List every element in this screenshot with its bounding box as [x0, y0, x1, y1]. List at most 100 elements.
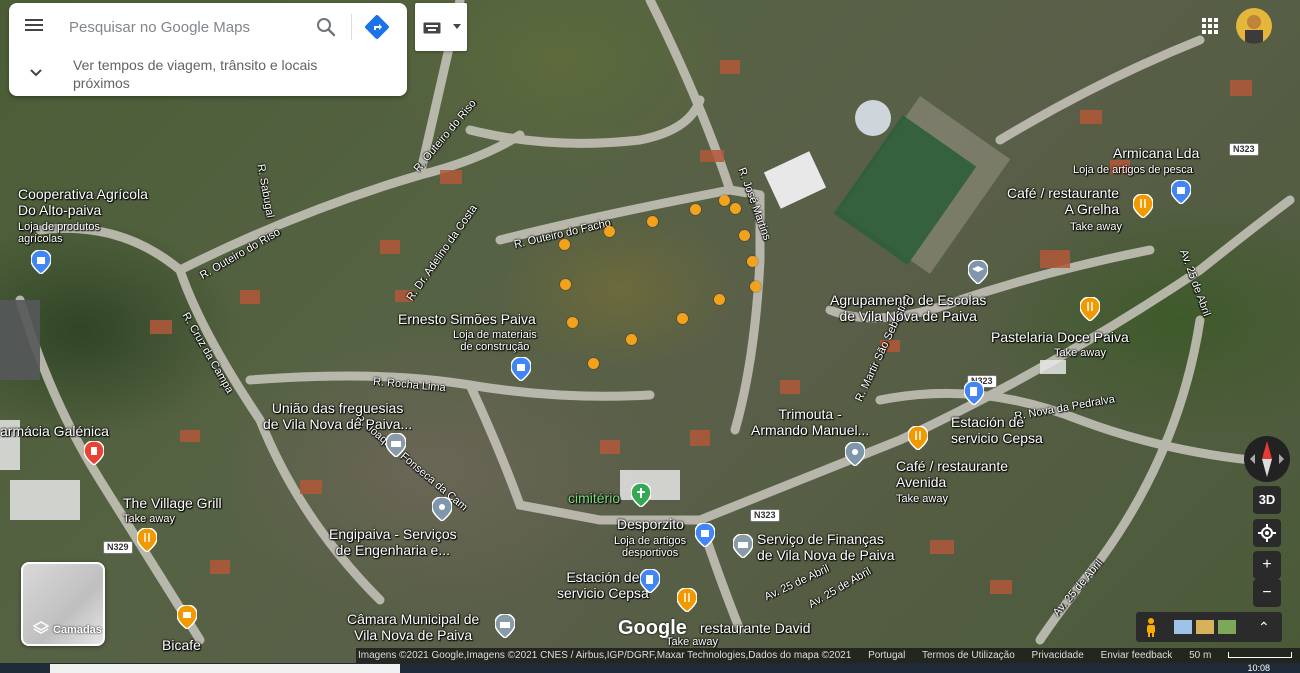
area-marker: [690, 204, 701, 215]
road-shield: N323: [750, 509, 780, 522]
road-shield: N323: [1229, 143, 1259, 156]
place-label[interactable]: Desporzito: [617, 516, 684, 532]
place-label[interactable]: União das freguesias de Vila Nova de Pai…: [263, 400, 412, 432]
place-sublabel: Take away: [896, 493, 948, 505]
chevron-down-icon[interactable]: [29, 68, 43, 78]
place-label[interactable]: Pastelaria Doce Paiva: [991, 329, 1129, 345]
zoom-out-button[interactable]: −: [1253, 579, 1281, 607]
imagery-thumbnail[interactable]: [1174, 620, 1192, 634]
restaurant-pin-icon[interactable]: [137, 528, 157, 552]
service-pin-icon[interactable]: [845, 442, 865, 466]
restaurant-pin-icon[interactable]: [908, 426, 928, 450]
pegman-icon[interactable]: [1144, 617, 1158, 637]
shopping-pin-icon[interactable]: [511, 357, 531, 381]
place-label[interactable]: restaurante David: [700, 620, 811, 636]
search-box: Ver tempos de viagem, trânsito e locais …: [9, 3, 407, 96]
restaurant-pin-icon[interactable]: [1080, 297, 1100, 321]
cemetery-pin-icon[interactable]: [631, 483, 651, 507]
place-label[interactable]: Trimouta - Armando Manuel...: [751, 406, 869, 438]
shopping-pin-icon[interactable]: [31, 250, 51, 274]
place-label[interactable]: Câmara Municipal de Vila Nova de Paiva: [347, 611, 479, 643]
nearby-info-text[interactable]: Ver tempos de viagem, trânsito e locais …: [73, 56, 373, 92]
place-label[interactable]: Estación de servicio Cepsa: [951, 414, 1043, 446]
place-label[interactable]: cimitério: [568, 490, 620, 506]
service-pin-icon[interactable]: [432, 497, 452, 521]
satellite-map[interactable]: R. Outeiro do Riso R. Sabugal R. Outeiro…: [0, 0, 1300, 663]
clock: 10:08: [1247, 663, 1270, 673]
layers-button[interactable]: Camadas: [21, 562, 105, 646]
feedback-link[interactable]: Enviar feedback: [1101, 650, 1173, 661]
government-pin-icon[interactable]: [495, 614, 515, 638]
terms-link[interactable]: Termos de Utilização: [922, 650, 1015, 661]
avatar-image: [1245, 15, 1263, 44]
area-marker: [604, 226, 615, 237]
my-location-icon: [1258, 524, 1276, 542]
avatar[interactable]: [1236, 8, 1272, 44]
area-marker: [730, 203, 741, 214]
imagery-panel: ⌃: [1136, 612, 1282, 642]
place-sublabel: Take away: [123, 513, 175, 525]
place-sublabel: Take away: [1054, 347, 1106, 359]
area-marker: [567, 317, 578, 328]
search-row: [9, 3, 407, 49]
place-label[interactable]: Agrupamento de Escolas de Vila Nova de P…: [830, 292, 986, 324]
place-label[interactable]: Estación de servicio Cepsa: [557, 569, 649, 601]
place-sublabel: Loja de materiais de construção: [453, 329, 537, 353]
search-icon[interactable]: [314, 15, 338, 39]
compass-icon: [1250, 441, 1284, 477]
place-label[interactable]: Serviço de Finanças de Vila Nova de Paiv…: [757, 531, 895, 563]
shopping-pin-icon[interactable]: [1171, 180, 1191, 204]
zoom-in-button[interactable]: +: [1253, 551, 1281, 579]
layers-icon: [33, 621, 49, 634]
school-pin-icon[interactable]: [968, 260, 988, 284]
3d-toggle-button[interactable]: 3D: [1253, 486, 1281, 514]
scale-label[interactable]: 50 m: [1189, 650, 1211, 661]
imagery-thumbnail[interactable]: [1218, 620, 1236, 634]
hamburger-icon[interactable]: [23, 16, 47, 36]
restaurant-pin-icon[interactable]: [677, 588, 697, 612]
place-label[interactable]: Engipaiva - Serviços de Engenharia e...: [329, 526, 457, 558]
search-input[interactable]: [67, 13, 301, 41]
place-label[interactable]: Café / restaurante A Grelha: [1007, 185, 1119, 217]
place-label[interactable]: The Village Grill: [123, 495, 222, 511]
google-logo: Google: [618, 617, 687, 639]
place-label[interactable]: Café / restaurante Avenida: [896, 458, 1008, 490]
place-label[interactable]: Armicana Lda: [1113, 145, 1199, 161]
place-label[interactable]: Cooperativa Agrícola Do Alto-paiva: [18, 186, 148, 218]
government-pin-icon[interactable]: [386, 433, 406, 457]
taskbar-search-field[interactable]: [50, 664, 400, 673]
directions-icon[interactable]: [364, 14, 390, 40]
area-marker: [588, 358, 599, 369]
privacy-link[interactable]: Privacidade: [1032, 650, 1084, 661]
area-marker: [647, 216, 658, 227]
attribution-bar: Imagens ©2021 Google,Imagens ©2021 CNES …: [356, 648, 1300, 663]
area-marker: [747, 256, 758, 267]
input-tools-button[interactable]: [415, 3, 467, 51]
shopping-pin-icon[interactable]: [695, 523, 715, 547]
gas-station-pin-icon[interactable]: [964, 381, 984, 405]
cafe-pin-icon[interactable]: [177, 605, 197, 629]
my-location-button[interactable]: [1253, 519, 1281, 547]
place-sublabel: Loja de produtos agrícolas: [18, 221, 100, 245]
government-pin-icon[interactable]: [733, 534, 753, 558]
area-marker: [677, 313, 688, 324]
restaurant-pin-icon[interactable]: [1133, 194, 1153, 218]
expand-panel-button[interactable]: ⌃: [1258, 619, 1270, 635]
pharmacy-pin-icon[interactable]: [84, 441, 104, 465]
place-label[interactable]: armácia Galénica: [0, 423, 109, 439]
place-label[interactable]: Ernesto Simões Paiva: [398, 311, 536, 327]
place-sublabel: Take away: [1070, 221, 1122, 233]
taskbar: [0, 663, 1300, 673]
gas-station-pin-icon[interactable]: [640, 569, 660, 593]
apps-grid-icon[interactable]: [1200, 16, 1220, 36]
area-marker: [626, 334, 637, 345]
caret-down-icon: [453, 24, 461, 29]
layers-label: Camadas: [53, 624, 102, 636]
compass-control[interactable]: [1244, 436, 1290, 482]
area-marker: [739, 230, 750, 241]
nearby-row[interactable]: Ver tempos de viagem, trânsito e locais …: [9, 51, 407, 96]
keyboard-icon: [423, 22, 441, 34]
place-label[interactable]: Bicafe: [162, 637, 201, 653]
imagery-thumbnail[interactable]: [1196, 620, 1214, 634]
country-link[interactable]: Portugal: [868, 650, 905, 661]
